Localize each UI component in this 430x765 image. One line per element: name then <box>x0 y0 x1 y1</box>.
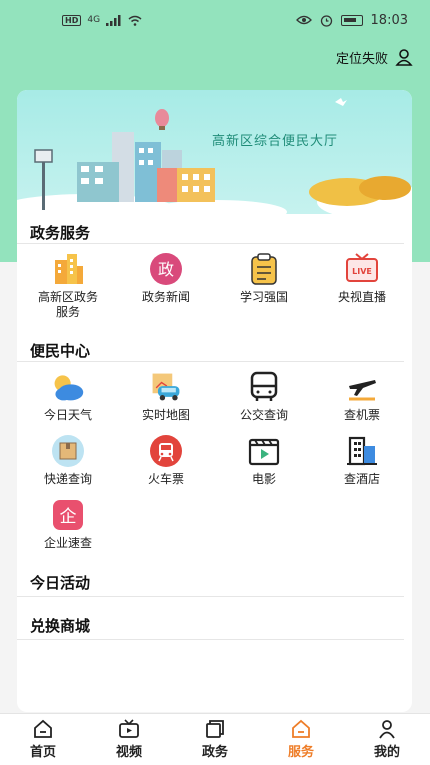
status-bar: HD 4G 18:03 <box>0 0 430 40</box>
alarm-icon <box>320 14 332 27</box>
package-icon <box>51 434 85 468</box>
gov-item-label: 政务新闻 <box>141 290 190 304</box>
wifi-icon <box>128 15 142 26</box>
video-icon <box>119 719 139 738</box>
gov-item-news[interactable]: 政 政务新闻 <box>117 244 215 326</box>
life-item-label: 火车票 <box>147 472 184 486</box>
life-services-grid: 今日天气 实时地图 公交查询 查机票 快递查询 火车票 电影 查酒店 企 企业速… <box>17 362 412 554</box>
movie-icon <box>247 434 281 468</box>
tab-label: 首页 <box>29 745 56 760</box>
tab-mine[interactable]: 我的 <box>344 714 430 765</box>
section-title-activity: 今日活动 <box>17 564 404 597</box>
signal-icon <box>106 14 121 26</box>
weather-icon <box>51 370 85 404</box>
tab-label: 视频 <box>115 745 142 760</box>
life-item-weather[interactable]: 今日天气 <box>19 362 117 426</box>
life-item-express[interactable]: 快递查询 <box>19 426 117 490</box>
qi-glyph: 企 <box>60 507 77 527</box>
tab-home[interactable]: 首页 <box>0 714 86 765</box>
home-icon <box>34 719 52 738</box>
life-item-label: 实时地图 <box>141 408 190 422</box>
gov-item-gxq[interactable]: 高新区政务服务 <box>19 244 117 326</box>
hd-indicator: HD <box>62 14 82 26</box>
section-title-life: 便民中心 <box>17 332 404 362</box>
bottom-tab-bar: 首页 视频 政务 服务 我的 <box>0 713 430 765</box>
section-title-mall[interactable]: 兑换商城 <box>17 607 404 640</box>
gov-item-label: 学习强国 <box>239 290 288 304</box>
tab-label: 我的 <box>373 745 400 760</box>
battery-icon <box>340 14 363 26</box>
gov-item-label: 高新区政务服务 <box>38 290 99 319</box>
life-item-hotel[interactable]: 查酒店 <box>313 426 411 490</box>
life-item-enterprise[interactable]: 企 企业速查 <box>19 490 117 554</box>
life-item-map[interactable]: 实时地图 <box>117 362 215 426</box>
buildings-icon <box>51 252 85 286</box>
zheng-glyph: 政 <box>158 260 174 279</box>
gov-item-cctv[interactable]: LIVE 央视直播 <box>313 244 411 326</box>
zheng-badge-icon: 政 <box>149 252 183 286</box>
life-item-label: 今日天气 <box>43 408 92 422</box>
section-title-gov: 政务服务 <box>17 214 404 244</box>
live-tv-icon: LIVE <box>345 252 379 286</box>
life-item-label: 公交查询 <box>239 408 288 422</box>
location-status[interactable]: 定位失败 <box>336 47 414 67</box>
life-item-label: 电影 <box>251 472 276 486</box>
life-item-label: 企业速查 <box>43 536 92 550</box>
life-item-label: 查机票 <box>343 408 380 422</box>
location-label: 定位失败 <box>335 51 388 67</box>
tab-video[interactable]: 视频 <box>86 714 172 765</box>
gov-icon <box>206 720 224 738</box>
gov-services-grid: 高新区政务服务 政 政务新闻 学习强国 LIVE 央视直播 <box>17 244 412 326</box>
location-person-icon <box>395 49 413 66</box>
gov-item-label: 央视直播 <box>337 290 386 304</box>
tab-gov[interactable]: 政务 <box>172 714 258 765</box>
network-indicator: 4G <box>87 15 101 25</box>
life-item-train[interactable]: 火车票 <box>117 426 215 490</box>
clipboard-icon <box>247 252 281 286</box>
user-icon <box>379 720 395 739</box>
service-card: 高新区综合便民大厅 政务服务 高新区政务服务 政 政务新闻 学习强国 LIVE <box>17 90 412 712</box>
life-item-label: 快递查询 <box>43 472 92 486</box>
airplane-icon <box>345 370 379 404</box>
life-item-label: 查酒店 <box>343 472 380 486</box>
tab-label: 政务 <box>201 745 228 760</box>
banner-title: 高新区综合便民大厅 <box>212 134 339 149</box>
train-icon <box>149 434 183 468</box>
gov-item-xuexi[interactable]: 学习强国 <box>215 244 313 326</box>
banner[interactable]: 高新区综合便民大厅 <box>17 90 412 214</box>
hotel-icon <box>345 434 379 468</box>
bus-icon <box>247 370 281 404</box>
status-time: 18:03 <box>370 12 408 28</box>
tab-service[interactable]: 服务 <box>258 714 344 765</box>
service-icon <box>292 719 310 738</box>
map-car-icon <box>149 370 183 404</box>
eye-icon <box>295 15 312 25</box>
life-item-movie[interactable]: 电影 <box>215 426 313 490</box>
live-text: LIVE <box>352 267 372 276</box>
banner-illustration <box>17 98 412 214</box>
life-item-bus[interactable]: 公交查询 <box>215 362 313 426</box>
enterprise-icon: 企 <box>51 498 85 532</box>
tab-label: 服务 <box>287 745 314 760</box>
life-item-flight[interactable]: 查机票 <box>313 362 411 426</box>
